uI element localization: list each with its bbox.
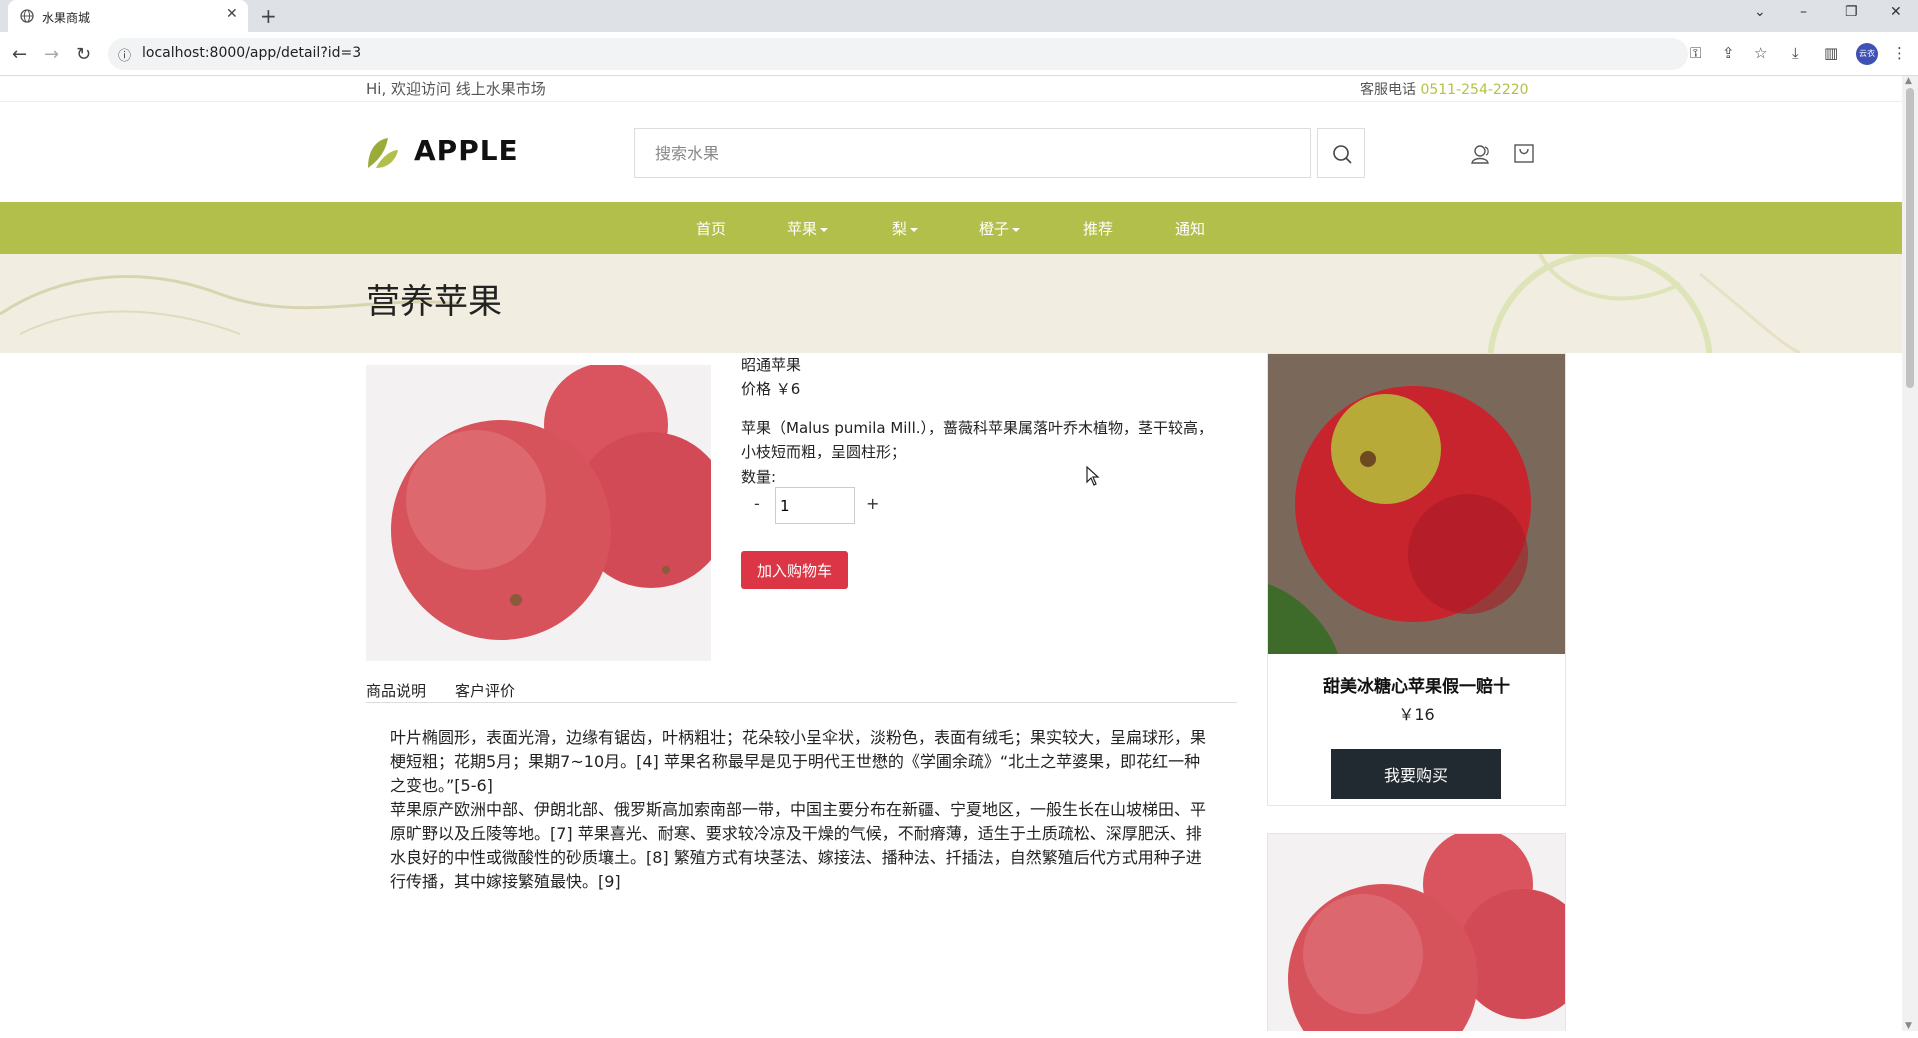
recommend-card [1267, 833, 1566, 1031]
key-icon[interactable]: ⚿ [1690, 44, 1701, 62]
scroll-down-icon[interactable]: ▼ [1905, 1021, 1912, 1031]
nav-notice[interactable]: 通知 [1175, 218, 1205, 239]
banner-decoration [0, 254, 1801, 353]
scrollbar-thumb[interactable] [1906, 88, 1914, 388]
tabs-divider [366, 702, 1237, 703]
page-title: 营养苹果 [366, 282, 502, 322]
product-price: 价格 ￥6 [741, 380, 801, 398]
restore-icon[interactable]: ❐ [1845, 4, 1858, 20]
service-label: 客服电话 [1360, 82, 1416, 98]
user-icon[interactable] [1470, 142, 1494, 166]
minimize-icon[interactable]: – [1800, 4, 1807, 20]
site-header: APPLE [0, 102, 1902, 202]
product-name: 昭通苹果 [741, 356, 802, 374]
recommend-product-image[interactable] [1268, 834, 1565, 1031]
quantity-increase-button[interactable]: + [866, 494, 879, 513]
recommend-product-image[interactable] [1268, 354, 1565, 654]
quantity-label: 数量: [741, 468, 777, 486]
nav-orange-label: 橙子 [979, 220, 1010, 238]
welcome-text: Hi, 欢迎访问 线上水果市场 [366, 80, 546, 98]
nav-orange[interactable]: 橙子 [979, 218, 1021, 239]
product-description: 苹果（Malus pumila Mill.），蔷薇科苹果属落叶乔木植物，茎干较高… [741, 419, 1214, 461]
share-icon[interactable]: ⇪ [1722, 44, 1735, 62]
search-input[interactable] [634, 128, 1311, 178]
new-tab-button[interactable]: + [260, 4, 277, 28]
tab-title: 水果商城 [42, 11, 91, 25]
reload-icon[interactable]: ↻ [76, 44, 91, 65]
nav-recommend[interactable]: 推荐 [1083, 218, 1113, 239]
recommend-product-price: ￥16 [1398, 705, 1435, 724]
recommend-card: 甜美冰糖心苹果假一赔十 ￥16 我要购买 [1267, 353, 1566, 806]
service-phone: 0511-254-2220 [1420, 82, 1529, 98]
main-nav: 首页 苹果 梨 橙子 推荐 通知 [0, 202, 1902, 254]
url-text[interactable]: localhost:8000/app/detail?id=3 [142, 45, 361, 61]
search-button[interactable] [1317, 128, 1365, 178]
info-icon[interactable]: ⓘ [118, 45, 131, 64]
forward-icon[interactable]: → [44, 44, 59, 65]
nav-home[interactable]: 首页 [696, 218, 726, 239]
details-paragraph: 苹果原产欧洲中部、伊朗北部、俄罗斯高加索南部一带，中国主要分布在新疆、宁夏地区，… [390, 800, 1207, 891]
mouse-cursor-icon [1086, 466, 1100, 486]
product-image[interactable] [366, 365, 711, 661]
download-icon[interactable]: ⤓ [1792, 44, 1799, 62]
browser-tab-strip: 水果商城 ✕ + ⌄ – ❐ ✕ [0, 0, 1918, 32]
profile-avatar[interactable]: 云衣 [1856, 43, 1878, 65]
tab-description[interactable]: 商品说明 [366, 680, 426, 701]
nav-apple-label: 苹果 [787, 220, 818, 238]
browser-tab[interactable]: 水果商城 ✕ [8, 0, 248, 32]
chevron-down-icon[interactable]: ⌄ [1754, 4, 1766, 20]
page-banner: 营养苹果 [0, 254, 1902, 353]
sidepanel-icon[interactable]: ▥ [1824, 44, 1838, 62]
service-hotline: 客服电话 0511-254-2220 [1360, 79, 1529, 99]
back-icon[interactable]: ← [12, 44, 27, 65]
menu-dots-icon[interactable]: ⋮ [1892, 44, 1907, 62]
add-to-cart-button[interactable]: 加入购物车 [741, 551, 848, 589]
leaf-logo-icon[interactable] [366, 136, 400, 170]
cart-icon[interactable] [1513, 142, 1535, 164]
nav-apple[interactable]: 苹果 [787, 218, 829, 239]
caret-down-icon [910, 227, 919, 232]
page-viewport: Hi, 欢迎访问 线上水果市场 客服电话 0511-254-2220 APPLE… [0, 76, 1902, 1031]
caret-down-icon [1012, 227, 1021, 232]
caret-down-icon [820, 227, 829, 232]
globe-icon [20, 9, 34, 23]
search-icon [1333, 145, 1352, 164]
site-logo[interactable]: APPLE [414, 134, 519, 167]
top-info-bar: Hi, 欢迎访问 线上水果市场 客服电话 0511-254-2220 [0, 76, 1902, 102]
address-bar[interactable]: ⓘ localhost:8000/app/detail?id=3 [108, 38, 1688, 70]
details-paragraph: 叶片椭圆形，表面光滑，边缘有锯齿，叶柄粗壮；花朵较小呈伞状，淡粉色，表面有绒毛；… [390, 728, 1207, 795]
buy-now-button[interactable]: 我要购买 [1331, 749, 1501, 799]
product-details: 叶片椭圆形，表面光滑，边缘有锯齿，叶柄粗壮；花朵较小呈伞状，淡粉色，表面有绒毛；… [390, 726, 1212, 894]
scroll-up-icon[interactable]: ▲ [1905, 76, 1912, 86]
window-close-icon[interactable]: ✕ [1890, 4, 1902, 20]
nav-pear[interactable]: 梨 [892, 218, 919, 239]
recommend-product-name: 甜美冰糖心苹果假一赔十 [1323, 677, 1510, 697]
quantity-decrease-button[interactable]: - [754, 494, 760, 513]
browser-toolbar: ← → ↻ ⓘ localhost:8000/app/detail?id=3 ⚿… [0, 32, 1918, 76]
tab-close-icon[interactable]: ✕ [226, 6, 238, 22]
quantity-input[interactable] [775, 487, 855, 524]
vertical-scrollbar[interactable]: ▲ ▼ [1902, 76, 1918, 1031]
tab-reviews[interactable]: 客户评价 [455, 680, 515, 701]
nav-pear-label: 梨 [892, 220, 908, 238]
star-icon[interactable]: ☆ [1754, 44, 1767, 62]
